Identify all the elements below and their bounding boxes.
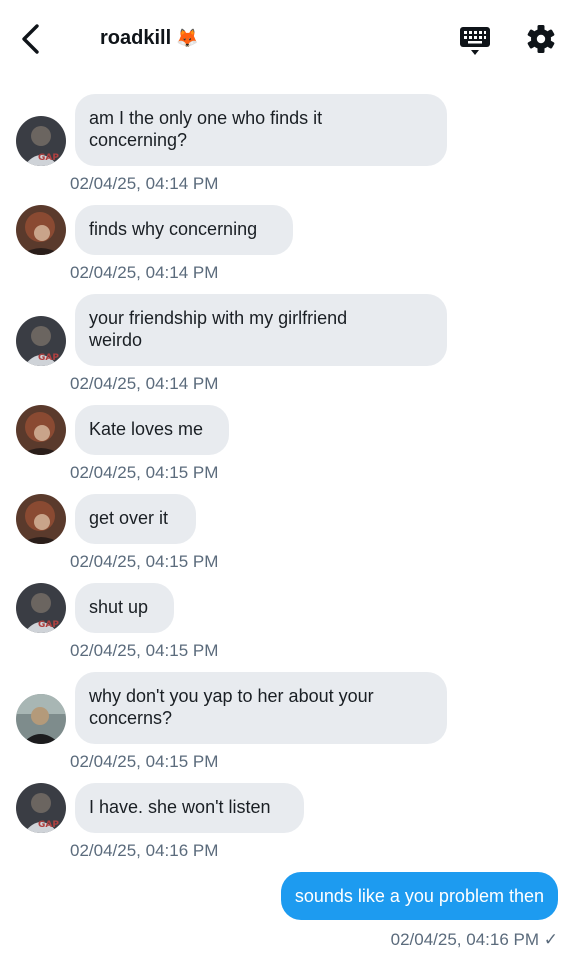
message-bubble[interactable]: I have. she won't listen	[75, 783, 304, 833]
message-text-line: weirdo	[89, 330, 143, 350]
outgoing-message-timestamp: 02/04/25, 04:16 PM ✓	[391, 930, 558, 950]
message-timestamp: 02/04/25, 04:15 PM	[70, 463, 219, 482]
svg-text:GAP: GAP	[38, 353, 59, 363]
avatar[interactable]: GAP	[16, 583, 66, 633]
fox-emoji: 🦊	[176, 28, 199, 48]
svg-text:GAP: GAP	[38, 620, 59, 630]
chevron-left-icon	[22, 24, 39, 54]
message-text-line: I have. she won't listen	[89, 797, 271, 817]
avatar[interactable]: GAP	[16, 783, 66, 833]
message-timestamp: 02/04/25, 04:15 PM	[70, 752, 219, 771]
message-text-line: shut up	[89, 597, 149, 617]
avatar[interactable]	[16, 205, 66, 255]
avatar[interactable]	[16, 405, 66, 455]
message-timestamp: 02/04/25, 04:14 PM	[70, 174, 219, 193]
message-bubble[interactable]: Kate loves me	[75, 405, 229, 455]
message-bubble[interactable]: get over it	[75, 494, 196, 544]
message-text-line: concerns?	[89, 708, 173, 728]
message-timestamp: 02/04/25, 04:15 PM	[70, 552, 219, 571]
message-timestamp: 02/04/25, 04:14 PM	[70, 263, 219, 282]
message-text-line: why don't you yap to her about your	[89, 686, 374, 706]
svg-text:GAP: GAP	[38, 820, 59, 830]
message-text-line: finds why concerning	[89, 219, 258, 239]
outgoing-message-bubble[interactable]: sounds like a you problem then	[280, 872, 558, 920]
avatar[interactable]	[16, 494, 66, 544]
avatar[interactable]	[16, 694, 66, 744]
sent-checkmark-icon: ✓	[543, 930, 558, 949]
settings-button[interactable]	[526, 24, 556, 54]
message-text-line: Kate loves me	[89, 419, 204, 439]
svg-text:GAP: GAP	[38, 153, 59, 163]
keyboard-button[interactable]	[459, 26, 491, 56]
message-text-line: concerning?	[89, 130, 188, 150]
message-bubble[interactable]: shut up	[75, 583, 174, 633]
message-timestamp: 02/04/25, 04:14 PM	[70, 374, 219, 393]
message-text-line: get over it	[89, 508, 169, 528]
message-bubble[interactable]: finds why concerning	[75, 205, 293, 255]
timestamp-text: 02/04/25, 04:16 PM	[390, 930, 540, 949]
avatar[interactable]: GAP	[16, 316, 66, 366]
conversation-name: roadkill	[100, 27, 172, 49]
conversation-header: roadkill 🦊	[0, 0, 575, 80]
gear-icon	[527, 25, 555, 53]
message-text-line: your friendship with my girlfriend	[89, 308, 348, 328]
avatar[interactable]: GAP	[16, 116, 66, 166]
message-bubble[interactable]: why don't you yap to her about your conc…	[75, 672, 447, 744]
message-timestamp: 02/04/25, 04:16 PM	[70, 841, 219, 860]
back-button[interactable]	[16, 20, 48, 60]
message-timestamp: 02/04/25, 04:15 PM	[70, 641, 219, 660]
keyboard-icon	[460, 27, 490, 55]
message-text-line: am I the only one who finds it	[89, 108, 323, 128]
message-bubble[interactable]: your friendship with my girlfriend weird…	[75, 294, 447, 366]
conversation-title[interactable]: roadkill 🦊	[100, 27, 199, 50]
message-bubble[interactable]: am I the only one who finds it concernin…	[75, 94, 447, 166]
